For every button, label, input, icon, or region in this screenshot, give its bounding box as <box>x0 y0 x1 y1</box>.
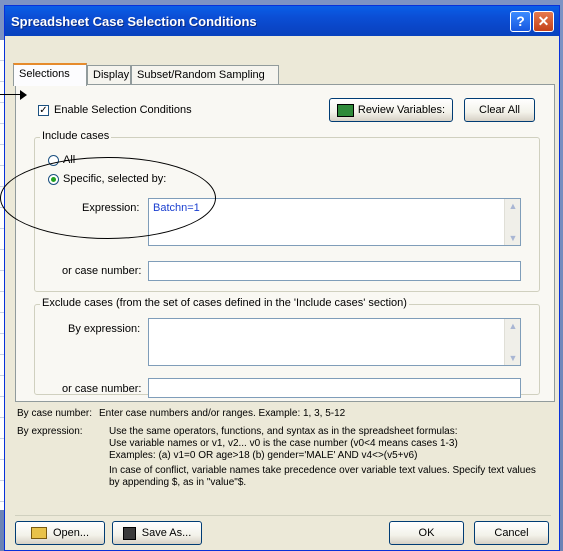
save-as-button[interactable]: Save As... <box>112 521 202 545</box>
expression-label: Expression: <box>82 202 140 214</box>
exclude-cases-label: Exclude cases (from the set of cases def… <box>40 297 409 309</box>
scroll-up-icon[interactable]: ▲ <box>508 321 518 331</box>
ok-button[interactable]: OK <box>389 521 464 545</box>
floppy-disk-icon <box>122 526 136 540</box>
help-case-text: Enter case numbers and/or ranges. Exampl… <box>99 408 346 419</box>
help-expr-line3: Examples: (a) v1=0 OR age>18 (b) gender=… <box>109 450 418 461</box>
bottom-separator <box>15 515 551 516</box>
enable-checkbox[interactable]: ✓ <box>38 105 49 116</box>
include-expression-value: Batchn=1 <box>153 202 200 214</box>
selections-panel: ✓ Enable Selection Conditions Review Var… <box>15 84 555 402</box>
help-row-expression: By expression: Use the same operators, f… <box>17 426 547 489</box>
dialog-window: Spreadsheet Case Selection Conditions ? … <box>4 5 560 551</box>
exclude-expression-scrollbar[interactable]: ▲ ▼ <box>504 319 520 365</box>
include-expression-scrollbar[interactable]: ▲ ▼ <box>504 199 520 245</box>
help-text: By case number: Enter case numbers and/o… <box>17 408 547 489</box>
help-case-key: By case number: <box>17 408 93 419</box>
exclude-case-number-input[interactable] <box>148 378 521 398</box>
include-expression-textarea[interactable]: Batchn=1 ▲ ▼ <box>148 198 521 246</box>
include-case-number-input[interactable] <box>148 261 521 281</box>
scroll-down-icon[interactable]: ▼ <box>508 353 518 363</box>
tab-display[interactable]: Display <box>87 65 131 85</box>
annotation-arrow-icon <box>20 90 27 100</box>
radio-specific[interactable] <box>48 174 59 185</box>
help-expr-key: By expression: <box>17 426 83 437</box>
tab-selections[interactable]: Selections <box>13 63 87 86</box>
radio-all[interactable] <box>48 155 59 166</box>
title-bar[interactable]: Spreadsheet Case Selection Conditions ? … <box>5 6 559 36</box>
save-as-label: Save As... <box>141 527 192 539</box>
radio-specific-label[interactable]: Specific, selected by: <box>63 173 166 185</box>
folder-open-icon <box>30 527 47 540</box>
help-expr-line2: Use variable names or v1, v2... v0 is th… <box>109 438 458 449</box>
review-variables-button[interactable]: Review Variables: <box>329 98 453 122</box>
cancel-button[interactable]: Cancel <box>474 521 549 545</box>
scroll-down-icon[interactable]: ▼ <box>508 233 518 243</box>
clear-all-button[interactable]: Clear All <box>464 98 535 122</box>
window-title: Spreadsheet Case Selection Conditions <box>11 14 257 29</box>
radio-all-label[interactable]: All <box>63 154 75 166</box>
include-case-number-label: or case number: <box>62 265 142 277</box>
help-button[interactable]: ? <box>510 11 531 32</box>
enable-label[interactable]: Enable Selection Conditions <box>54 104 192 116</box>
open-button[interactable]: Open... <box>15 521 105 545</box>
tab-subset-random-sampling[interactable]: Subset/Random Sampling <box>131 65 279 85</box>
include-cases-label: Include cases <box>40 130 112 142</box>
exclude-case-number-label: or case number: <box>62 383 142 395</box>
scroll-up-icon[interactable]: ▲ <box>508 201 518 211</box>
help-expr-line1: Use the same operators, functions, and s… <box>109 426 458 437</box>
by-expression-label: By expression: <box>68 323 141 335</box>
open-label: Open... <box>52 527 90 539</box>
review-variables-label: Review Variables: <box>357 104 446 116</box>
help-conflict-text: In case of conflict, variable names take… <box>109 465 536 488</box>
help-row-case: By case number: Enter case numbers and/o… <box>17 408 547 420</box>
review-variables-icon <box>336 103 354 117</box>
exclude-expression-textarea[interactable]: ▲ ▼ <box>148 318 521 366</box>
close-button[interactable]: ✕ <box>533 11 554 32</box>
